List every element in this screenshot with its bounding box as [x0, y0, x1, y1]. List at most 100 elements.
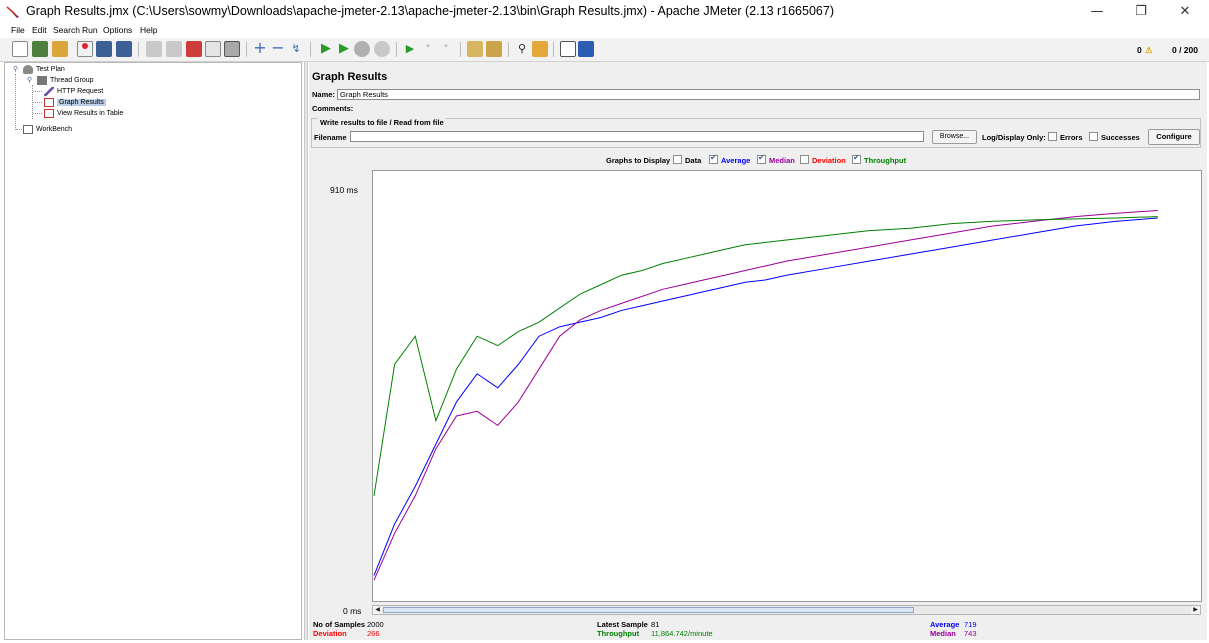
tree-item-view-results-table[interactable]: View Results in Table: [44, 108, 123, 119]
toolbar-separator: [246, 42, 247, 57]
clear-icon[interactable]: [467, 41, 483, 57]
average-checkbox[interactable]: [709, 153, 718, 164]
start-icon[interactable]: ▶: [318, 41, 334, 57]
toolbar-separator: [508, 42, 509, 57]
clear-all-icon[interactable]: [486, 41, 502, 57]
remote-start-icon[interactable]: ▶: [402, 41, 418, 57]
errors-label: Errors: [1060, 133, 1083, 142]
toolbar-separator: [553, 42, 554, 57]
deviation-value: 266: [367, 629, 380, 638]
y-axis-min-label: 0 ms: [343, 606, 362, 616]
configure-button[interactable]: Configure: [1148, 129, 1200, 145]
scroll-thumb[interactable]: [383, 607, 914, 613]
file-section: Write results to file / Read from file F…: [311, 118, 1201, 148]
successes-label: Successes: [1101, 133, 1140, 142]
toggle-icon[interactable]: ↯: [288, 41, 304, 57]
menu-file[interactable]: File: [11, 25, 25, 35]
save-icon[interactable]: [96, 41, 112, 57]
tree-item-thread-group[interactable]: ⚲ Thread Group: [27, 75, 94, 86]
copy-icon[interactable]: [205, 41, 221, 57]
name-field[interactable]: Graph Results: [337, 89, 1200, 100]
remote-stop-icon[interactable]: °: [420, 41, 436, 57]
menu-search[interactable]: Search: [53, 25, 80, 35]
filename-input[interactable]: [350, 131, 924, 142]
help-icon[interactable]: [578, 41, 594, 57]
start-no-pause-icon[interactable]: ▶: [336, 41, 352, 57]
errors-checkbox[interactable]: [1048, 132, 1057, 141]
reset-search-icon[interactable]: [532, 41, 548, 57]
name-label: Name:: [312, 90, 335, 99]
tree-item-label: View Results in Table: [57, 110, 124, 117]
graphs-to-display-label: Graphs to Display: [606, 156, 671, 165]
paste-icon[interactable]: [224, 41, 240, 57]
log-display-label: Log/Display Only:: [982, 133, 1046, 142]
successes-checkbox[interactable]: [1089, 132, 1098, 141]
tree-item-label: WorkBench: [36, 126, 73, 133]
function-helper-icon[interactable]: [560, 41, 576, 57]
new-icon[interactable]: [12, 41, 28, 57]
redo-icon[interactable]: [166, 41, 182, 57]
shutdown-icon[interactable]: [374, 41, 390, 57]
collapse-icon[interactable]: −: [270, 40, 286, 57]
collapse-toggle-icon[interactable]: ⚲: [27, 75, 32, 86]
templates-icon[interactable]: [32, 41, 48, 57]
warning-icon[interactable]: ⚠: [1145, 45, 1153, 56]
title-bar: Graph Results.jmx (C:\Users\sowmy\Downlo…: [0, 0, 1209, 24]
close-icon[interactable]: [77, 41, 93, 57]
view-results-table-icon: [44, 108, 54, 118]
tree-connector: [16, 129, 22, 130]
throughput-checkbox[interactable]: [852, 153, 861, 164]
restore-button[interactable]: ❐: [1118, 0, 1164, 24]
tree-item-workbench[interactable]: WorkBench: [23, 124, 72, 135]
browse-button[interactable]: Browse...: [932, 130, 977, 144]
tree-item-graph-results[interactable]: Graph Results: [44, 97, 106, 108]
comments-field[interactable]: [356, 103, 1200, 114]
menu-edit[interactable]: Edit: [32, 25, 47, 35]
deviation-checkbox[interactable]: [800, 155, 809, 164]
undo-icon[interactable]: [146, 41, 162, 57]
average-label: Average: [930, 620, 960, 629]
stop-icon[interactable]: [354, 41, 370, 57]
scroll-right-icon[interactable]: ▶: [1191, 606, 1200, 614]
active-threads: 0 / 200: [1172, 45, 1198, 55]
minimize-button[interactable]: —: [1074, 0, 1120, 24]
menu-run[interactable]: Run: [82, 25, 98, 35]
tree-item-test-plan[interactable]: ⚲ Test Plan: [13, 64, 65, 75]
graph-plot: [372, 170, 1202, 602]
graph-results-icon: [44, 97, 54, 107]
search-icon[interactable]: ⚲: [514, 41, 530, 57]
tree-item-label: Thread Group: [50, 77, 94, 84]
graph-horizontal-scrollbar[interactable]: ◀ ▶: [372, 605, 1201, 615]
jmeter-window: Graph Results.jmx (C:\Users\sowmy\Downlo…: [0, 0, 1209, 643]
toolbar-separator: [138, 42, 139, 57]
median-label: Median: [930, 629, 956, 638]
thread-group-icon: [37, 75, 47, 85]
throughput-option-label: Throughput: [864, 156, 907, 165]
tree-connector: [33, 113, 42, 114]
menu-bar: File Edit Search Run Options Help: [0, 24, 1209, 38]
deviation-option-label: Deviation: [812, 156, 846, 165]
tree-item-http-request[interactable]: HTTP Request: [44, 86, 103, 97]
expand-icon[interactable]: +: [252, 40, 268, 57]
y-axis-max-label: 910 ms: [330, 185, 358, 195]
save-as-icon[interactable]: [116, 41, 132, 57]
deviation-label: Deviation: [313, 629, 347, 638]
menu-options[interactable]: Options: [103, 25, 132, 35]
workbench-icon: [23, 124, 33, 134]
collapse-toggle-icon[interactable]: ⚲: [13, 64, 18, 75]
throughput-value: 11,864.742/minute: [651, 629, 713, 638]
menu-help[interactable]: Help: [140, 25, 157, 35]
cut-icon[interactable]: [186, 41, 202, 57]
remote-shutdown-icon[interactable]: °: [438, 41, 454, 57]
open-icon[interactable]: [52, 41, 68, 57]
toolbar-separator: [460, 42, 461, 57]
median-checkbox[interactable]: [757, 153, 766, 164]
data-checkbox[interactable]: [673, 155, 682, 164]
close-window-button[interactable]: ✕: [1162, 0, 1208, 24]
scroll-left-icon[interactable]: ◀: [373, 606, 382, 614]
split-pane-divider[interactable]: [304, 62, 308, 640]
samples-label: No of Samples: [313, 620, 366, 629]
warning-count[interactable]: 0: [1137, 45, 1142, 55]
panel-title: Graph Results: [312, 71, 388, 83]
median-value: 743: [964, 629, 977, 638]
